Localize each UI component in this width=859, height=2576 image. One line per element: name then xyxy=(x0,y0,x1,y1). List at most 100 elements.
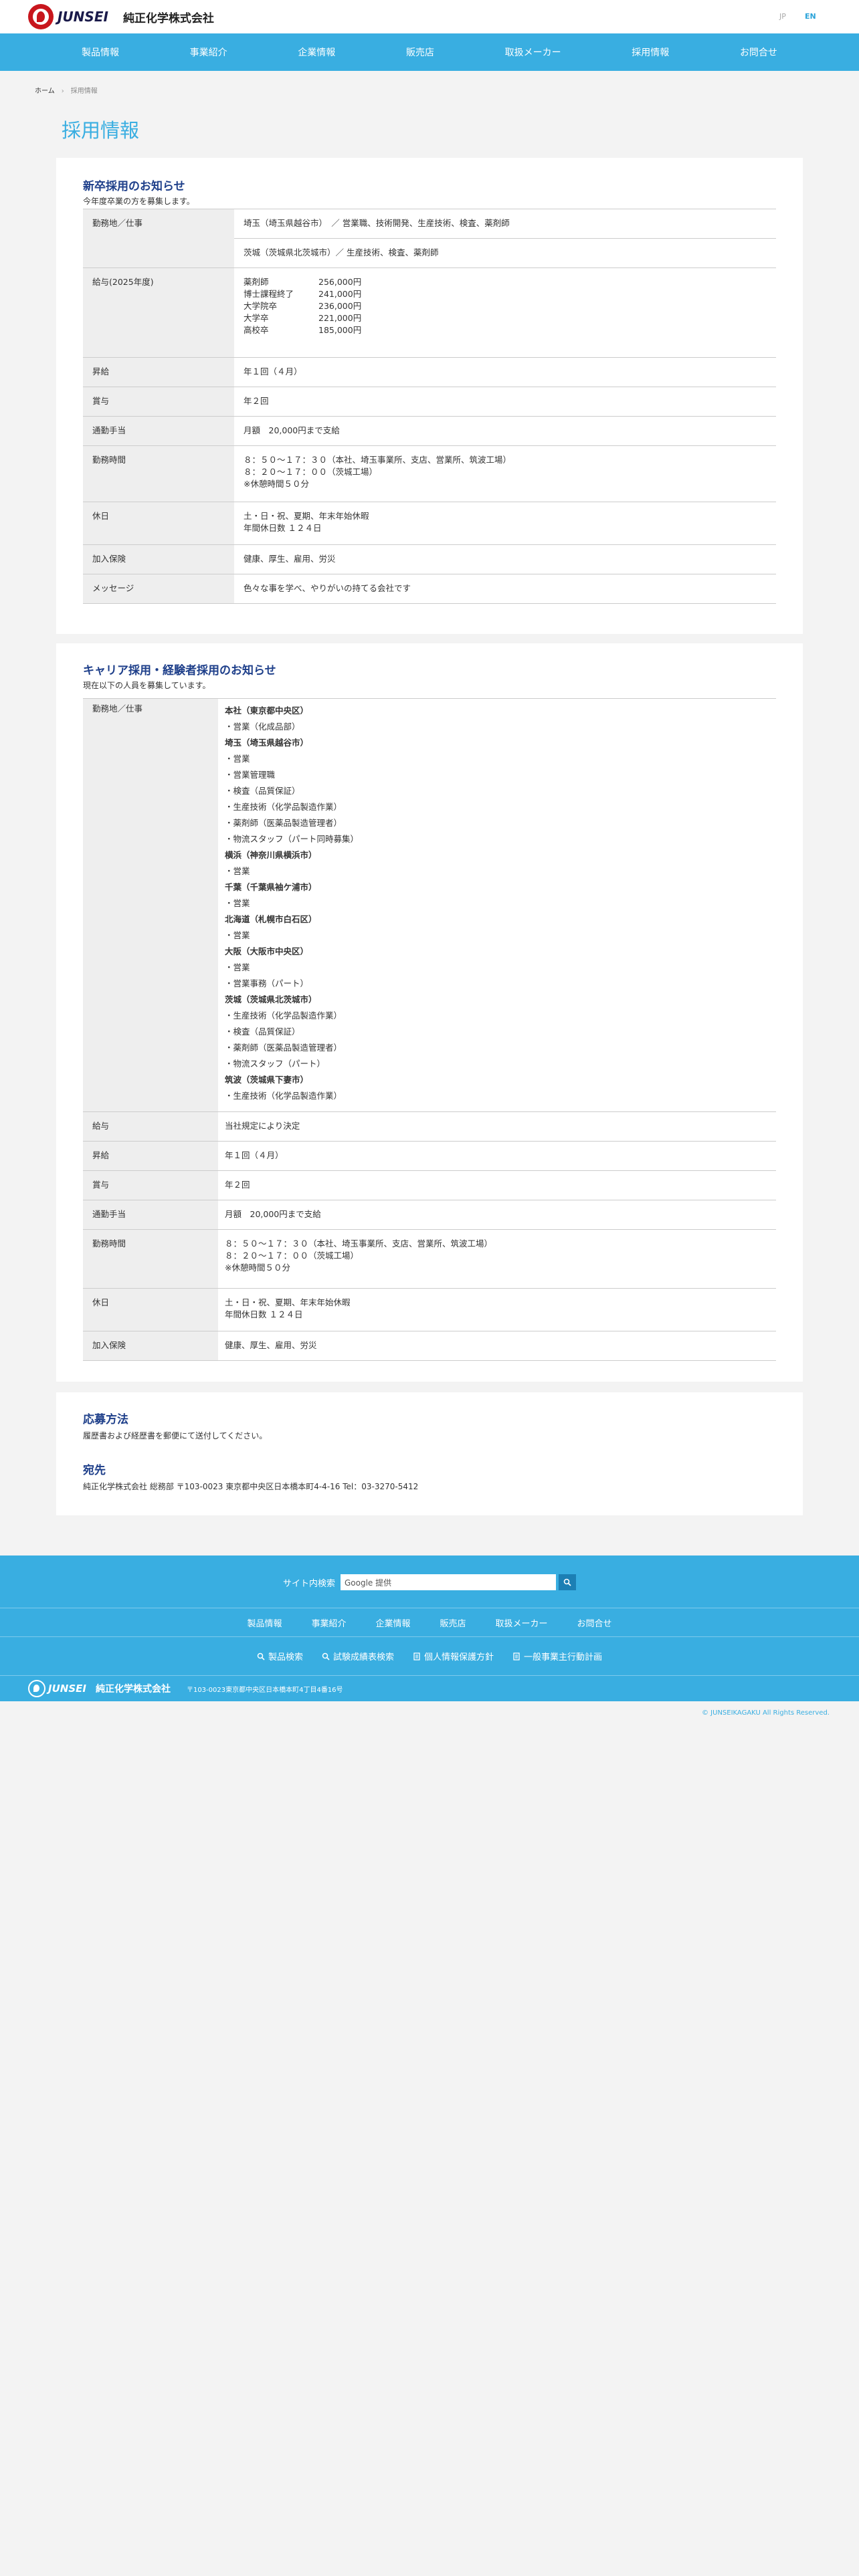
row-label: 休日 xyxy=(92,1297,110,1307)
footer-logo-en: JUNSEI xyxy=(48,1683,86,1695)
footer-nav-makers[interactable]: 取扱メーカー xyxy=(496,1616,548,1629)
search-input[interactable]: Google 提供 xyxy=(341,1574,556,1590)
row-label: メッセージ xyxy=(92,583,134,593)
insurance-value: 健康、厚生、雇用、労災 xyxy=(244,554,336,564)
footer-link-product-search[interactable]: 製品検索 xyxy=(257,1650,303,1662)
job-item: ・営業 xyxy=(225,754,250,764)
table-row: 加入保険 健康、厚生、雇用、労災 xyxy=(83,1331,776,1361)
footer-nav-contact[interactable]: お問合せ xyxy=(577,1616,612,1629)
row-label: 給与(2025年度) xyxy=(92,277,154,287)
hours-value: ８：５０〜１７：３０（本社、埼玉事業所、支店、営業所、筑波工場） ８：２０〜１７：… xyxy=(244,455,512,489)
row-label: 昇給 xyxy=(92,366,110,377)
location-heading: 横浜（神奈川県横浜市） xyxy=(225,850,317,860)
location-value: 埼玉（埼玉県越谷市） ／ 営業職、技術開発、生産技術、検査、薬剤師 xyxy=(244,218,510,228)
row-label: 通勤手当 xyxy=(92,1209,126,1219)
job-item: ・生産技術（化学品製造作業） xyxy=(225,802,343,812)
footer-nav: 製品情報 事業紹介 企業情報 販売店 取扱メーカー お問合せ xyxy=(0,1608,859,1637)
gnav-products[interactable]: 製品情報 xyxy=(82,45,119,59)
table-row: 勤務地／仕事 本社（東京都中央区） ・営業（化成品部） 埼玉（埼玉県越谷市） ・営業・… xyxy=(83,698,776,1112)
footer-nav-dealers[interactable]: 販売店 xyxy=(440,1616,466,1629)
row-label: 勤務時間 xyxy=(92,455,126,465)
row-label: 加入保険 xyxy=(92,1340,126,1350)
salary-value: 当社規定により決定 xyxy=(225,1121,300,1131)
bonus-value: 年２回 xyxy=(225,1180,250,1190)
salary-row: 大学院卒 236,000円 xyxy=(244,301,362,311)
location-heading: 埼玉（埼玉県越谷市） xyxy=(225,738,309,748)
lang-jp-link[interactable]: JP xyxy=(779,12,786,21)
job-item: ・生産技術（化学品製造作業） xyxy=(225,1010,343,1021)
gnav-recruit[interactable]: 採用情報 xyxy=(632,45,669,59)
breadcrumb: ホーム › 採用情報 xyxy=(35,85,98,95)
new-grad-table: 勤務地／仕事 埼玉（埼玉県越谷市） ／ 営業職、技術開発、生産技術、検査、薬剤師… xyxy=(83,209,776,604)
job-item: ・薬剤師（医薬品製造管理者） xyxy=(225,818,343,828)
table-row: 賞与 年２回 xyxy=(83,387,776,417)
salary-row: 博士課程終了 241,000円 xyxy=(244,289,362,299)
job-item: ・営業事務（パート） xyxy=(225,978,309,988)
footer-nav-company[interactable]: 企業情報 xyxy=(375,1616,410,1629)
new-grad-subtitle: 今年度卒業の方を募集します。 xyxy=(83,197,195,206)
gnav-company[interactable]: 企業情報 xyxy=(298,45,335,59)
salary-row: 大学卒 221,000円 xyxy=(244,313,362,323)
table-row: 給与(2025年度) 薬剤師 256,000円 博士課程終了 241,000円 大学… xyxy=(83,267,776,358)
breadcrumb-home[interactable]: ホーム xyxy=(35,88,55,95)
site-footer: サイト内検索 Google 提供 製品情報 事業紹介 企業情報 販売店 取扱メー… xyxy=(0,1555,859,1701)
table-row: メッセージ 色々な事を学べ、やりがいの持てる会社です xyxy=(83,574,776,604)
document-icon xyxy=(413,1652,420,1660)
raise-value: 年１回（４月） xyxy=(244,366,302,377)
apply-title: 応募方法 xyxy=(83,1413,128,1426)
table-row: 賞与 年２回 xyxy=(83,1170,776,1200)
row-label: 通勤手当 xyxy=(92,425,126,435)
job-item: ・営業管理職 xyxy=(225,770,276,780)
row-label: 加入保険 xyxy=(92,554,126,564)
row-label: 昇給 xyxy=(92,1150,110,1160)
table-row: 勤務時間 ８：５０〜１７：３０（本社、埼玉事業所、支店、営業所、筑波工場） ８：２… xyxy=(83,1229,776,1289)
salary-list: 薬剤師 256,000円 博士課程終了 241,000円 大学院卒 236,000円 … xyxy=(244,268,767,336)
job-item: ・物流スタッフ（パート） xyxy=(225,1059,326,1069)
location-heading: 筑波（茨城県下妻市） xyxy=(225,1075,309,1085)
job-item: ・物流スタッフ（パート同時募集） xyxy=(225,834,359,844)
gnav-contact[interactable]: お問合せ xyxy=(740,45,777,59)
site-search: サイト内検索 Google 提供 xyxy=(0,1574,859,1590)
new-grad-section: 新卒採用のお知らせ 今年度卒業の方を募集します。 勤務地／仕事 埼玉（埼玉県越谷… xyxy=(56,158,803,634)
holiday-value: 土・日・祝、夏期、年末年始休暇 年間休日数 １２４日 xyxy=(244,511,369,533)
raise-value: 年１回（４月） xyxy=(225,1150,284,1160)
gnav-makers[interactable]: 取扱メーカー xyxy=(505,45,561,59)
location-heading: 北海道（札幌市白石区） xyxy=(225,914,317,924)
row-label: 勤務時間 xyxy=(92,1239,126,1249)
table-row: 昇給 年１回（４月） xyxy=(83,1141,776,1171)
footer-link-action-plan[interactable]: 一般事業主行動計画 xyxy=(512,1650,602,1662)
location-heading: 茨城（茨城県北茨城市） xyxy=(225,994,317,1004)
breadcrumb-separator: › xyxy=(61,88,64,95)
career-section: キャリア採用・経験者採用のお知らせ 現在以下の人員を募集しています。 勤務地／仕… xyxy=(56,643,803,1382)
search-placeholder: Google 提供 xyxy=(345,1578,392,1588)
footer-nav-products[interactable]: 製品情報 xyxy=(247,1616,282,1629)
new-grad-title: 新卒採用のお知らせ xyxy=(83,180,185,193)
lang-en-link[interactable]: EN xyxy=(805,12,816,21)
footer-corporate: JUNSEI 純正化学株式会社 〒103-0023東京都中央区日本橋本町4丁目4… xyxy=(0,1676,859,1701)
table-row: 通勤手当 月額 20,000円まで支給 xyxy=(83,1200,776,1230)
hours-value: ８：５０〜１７：３０（本社、埼玉事業所、支店、営業所、筑波工場） ８：２０〜１７：… xyxy=(225,1239,493,1273)
address-text: 純正化学株式会社 総務部 〒103-0023 東京都中央区日本橋本町4-4-16… xyxy=(83,1482,419,1491)
message-value: 色々な事を学べ、やりがいの持てる会社です xyxy=(244,583,411,593)
footer-link-certificate-search[interactable]: 試験成績表検索 xyxy=(322,1650,394,1662)
footer-links: 製品検索 試験成績表検索 個人情報保護方針 一般事業主行動計画 xyxy=(0,1637,859,1676)
commute-value: 月額 20,000円まで支給 xyxy=(225,1209,321,1219)
bonus-value: 年２回 xyxy=(244,396,269,406)
gnav-dealers[interactable]: 販売店 xyxy=(406,45,434,59)
career-table: 勤務地／仕事 本社（東京都中央区） ・営業（化成品部） 埼玉（埼玉県越谷市） ・営業・… xyxy=(83,698,776,1361)
search-button[interactable] xyxy=(559,1574,576,1590)
job-item: ・薬剤師（医薬品製造管理者） xyxy=(225,1043,343,1053)
footer-nav-business[interactable]: 事業紹介 xyxy=(311,1616,346,1629)
site-logo[interactable]: JUNSEI 純正化学株式会社 xyxy=(28,4,214,29)
footer-link-privacy[interactable]: 個人情報保護方針 xyxy=(413,1650,494,1662)
gnav-business[interactable]: 事業紹介 xyxy=(190,45,227,59)
holiday-value: 土・日・祝、夏期、年末年始休暇 年間休日数 １２４日 xyxy=(225,1297,351,1319)
insurance-value: 健康、厚生、雇用、労災 xyxy=(225,1340,317,1350)
job-item: ・営業（化成品部） xyxy=(225,722,300,732)
salary-row: 高校卒 185,000円 xyxy=(244,325,362,335)
search-icon xyxy=(322,1652,330,1660)
career-title: キャリア採用・経験者採用のお知らせ xyxy=(83,664,276,677)
location-value: 茨城（茨城県北茨城市）／ 生産技術、検査、薬剤師 xyxy=(244,247,439,257)
table-row: 通勤手当 月額 20,000円まで支給 xyxy=(83,416,776,446)
apply-section: 応募方法 履歴書および経歴書を郵便にて送付してください。 宛先 純正化学株式会社… xyxy=(56,1392,803,1515)
